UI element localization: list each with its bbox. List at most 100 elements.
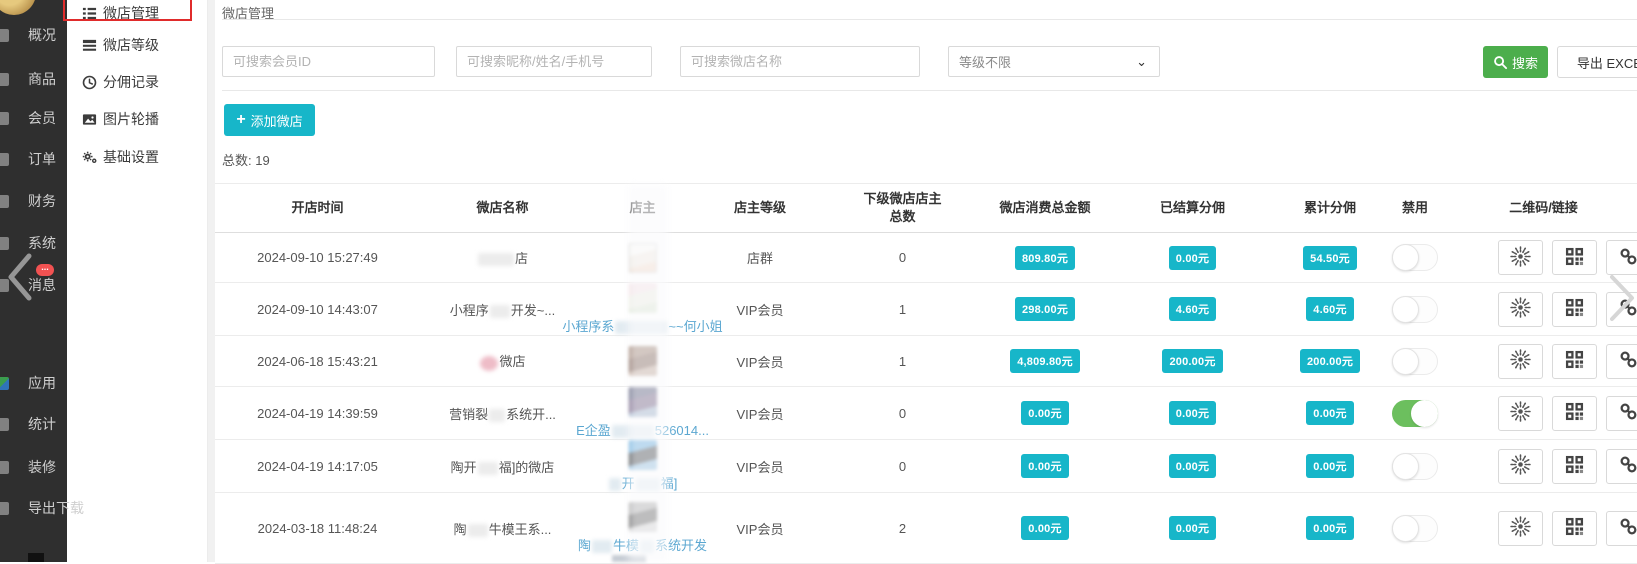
members-icon (0, 112, 9, 125)
owner-cell: 小程序系~~何小姐 (585, 283, 700, 336)
total-consumption-cell: 809.80元 (985, 233, 1105, 283)
disable-toggle[interactable] (1392, 400, 1438, 427)
copy-link-button[interactable] (1606, 449, 1637, 484)
store-name-cell: 营销裂系统开... (420, 387, 585, 440)
miniprogram-qr-button[interactable] (1498, 240, 1543, 275)
export-excel-button[interactable]: 导出 EXCEL (1557, 46, 1637, 78)
amount-badge: 0.00元 (1169, 401, 1216, 425)
submenu-item-2[interactable]: 微店等级 (67, 34, 208, 56)
title-divider (222, 19, 1637, 20)
copy-link-button[interactable] (1606, 511, 1637, 546)
submenu-item-5[interactable]: 基础设置 (67, 146, 208, 168)
orders-icon (0, 153, 9, 166)
miniprogram-qr-icon (1510, 297, 1531, 321)
store-name-cell: 小程序开发~... (420, 283, 585, 336)
qr-code-button[interactable] (1552, 344, 1597, 379)
sidebar-item-1[interactable]: 概况 (0, 24, 67, 46)
sidebar-item-2[interactable]: 商品 (0, 68, 67, 90)
export-download-icon (0, 502, 9, 515)
qr-code-icon (1565, 402, 1584, 424)
amount-badge: 0.00元 (1169, 454, 1216, 478)
owner-level-cell: VIP会员 (700, 440, 820, 493)
table-row: 2024-04-19 14:17:05陶开福]的微店开福]VIP会员00.00元… (215, 440, 1637, 493)
copy-link-button[interactable] (1606, 240, 1637, 275)
open-time-cell: 2024-03-18 11:48:24 (215, 493, 420, 564)
disable-cell (1380, 440, 1450, 493)
owner-link[interactable]: E企盈526014... (576, 420, 709, 439)
qrcode-link-cell (1450, 336, 1637, 387)
table-row: 2024-04-19 14:39:59营销裂系统开...E企盈526014...… (215, 387, 1637, 440)
main-sidebar: 概况商品会员订单财务系统消息应用统计装修导出下载 ... (0, 0, 67, 562)
column-header: 店主等级 (700, 184, 820, 233)
column-header: 禁用 (1380, 184, 1450, 233)
redacted-blur (468, 524, 488, 537)
miniprogram-qr-button[interactable] (1498, 292, 1543, 327)
sidebar-item-label: 财务 (28, 191, 56, 211)
amount-badge: 200.00元 (1162, 349, 1222, 373)
miniprogram-qr-button[interactable] (1498, 344, 1543, 379)
open-time-cell: 2024-04-19 14:39:59 (215, 387, 420, 440)
qr-code-button[interactable] (1552, 449, 1597, 484)
miniprogram-qr-button[interactable] (1498, 449, 1543, 484)
disable-toggle[interactable] (1392, 296, 1438, 323)
disable-toggle[interactable] (1392, 244, 1438, 271)
qr-code-button[interactable] (1552, 511, 1597, 546)
total-consumption-cell: 0.00元 (985, 387, 1105, 440)
sidebar-item-5[interactable]: 财务 (0, 190, 67, 212)
submenu-item-1-active[interactable]: 微店管理 (67, 2, 208, 24)
copy-link-button[interactable] (1606, 344, 1637, 379)
submenu-item-3[interactable]: 分佣记录 (67, 71, 208, 93)
store-name-cell: 陶开福]的微店 (420, 440, 585, 493)
sidebar-item-label: 导出下载 (28, 498, 84, 518)
collapse-chevron-icon (5, 251, 33, 303)
disable-toggle[interactable] (1392, 515, 1438, 542)
search-button[interactable]: 搜索 (1483, 46, 1548, 78)
owner-cell: 陶牛模系统开发 (585, 493, 700, 564)
qr-code-button[interactable] (1552, 240, 1597, 275)
amount-badge: 0.00元 (1169, 246, 1216, 270)
column-header: 开店时间 (215, 184, 420, 233)
messages-badge: ... (36, 264, 54, 276)
miniprogram-qr-icon (1510, 246, 1531, 270)
miniprogram-qr-button[interactable] (1498, 396, 1543, 431)
miniprogram-qr-icon (1510, 401, 1531, 425)
disable-toggle[interactable] (1392, 453, 1438, 480)
sidebar-item-3[interactable]: 会员 (0, 107, 67, 129)
disable-toggle[interactable] (1392, 348, 1438, 375)
member-id-search-input[interactable] (222, 46, 435, 77)
accrued-commission-cell: 54.50元 (1280, 233, 1380, 283)
amount-badge: 298.00元 (1015, 297, 1075, 321)
amount-badge: 809.80元 (1015, 246, 1075, 270)
sidebar-item-label: 系统 (28, 233, 56, 253)
table-header-row: 开店时间微店名称店主店主等级下级微店店主总数微店消费总金额已结算分佣累计分佣禁用… (215, 184, 1637, 233)
sidebar-item-9[interactable]: 统计 (0, 413, 67, 435)
store-name-cell: 微店 (420, 336, 585, 387)
qr-code-button[interactable] (1552, 292, 1597, 327)
text-segment: 开 (622, 476, 635, 491)
amount-badge: 4,809.80元 (1010, 349, 1080, 373)
store-name-search-input[interactable] (680, 46, 920, 77)
open-time-cell: 2024-06-18 15:43:21 (215, 336, 420, 387)
copy-link-button[interactable] (1606, 396, 1637, 431)
miniprogram-qr-icon (1510, 349, 1531, 373)
submenu-item-label: 微店等级 (103, 35, 159, 55)
add-store-button[interactable]: + 添加微店 (224, 104, 315, 136)
owner-link[interactable]: 陶牛模系统开发 (578, 535, 707, 554)
qr-code-icon (1565, 350, 1584, 372)
qr-code-button[interactable] (1552, 396, 1597, 431)
submenu-item-4[interactable]: 图片轮播 (67, 108, 208, 130)
owner-link[interactable]: 小程序系~~何小姐 (562, 316, 722, 335)
owner-link[interactable]: 开福] (608, 473, 678, 492)
miniprogram-qr-button[interactable] (1498, 511, 1543, 546)
level-select[interactable]: 等级不限 ⌄ (948, 46, 1160, 77)
sidebar-item-8[interactable]: 应用 (0, 372, 67, 394)
disable-cell (1380, 283, 1450, 336)
system-icon (0, 237, 9, 250)
sub-store-count-cell: 1 (820, 283, 985, 336)
sidebar-item-11[interactable]: 导出下载 (0, 497, 67, 519)
avatar[interactable] (0, 0, 36, 15)
open-time-cell: 2024-09-10 14:43:07 (215, 283, 420, 336)
sidebar-item-10[interactable]: 装修 (0, 456, 67, 478)
nickname-search-input[interactable] (456, 46, 652, 77)
sidebar-item-4[interactable]: 订单 (0, 148, 67, 170)
